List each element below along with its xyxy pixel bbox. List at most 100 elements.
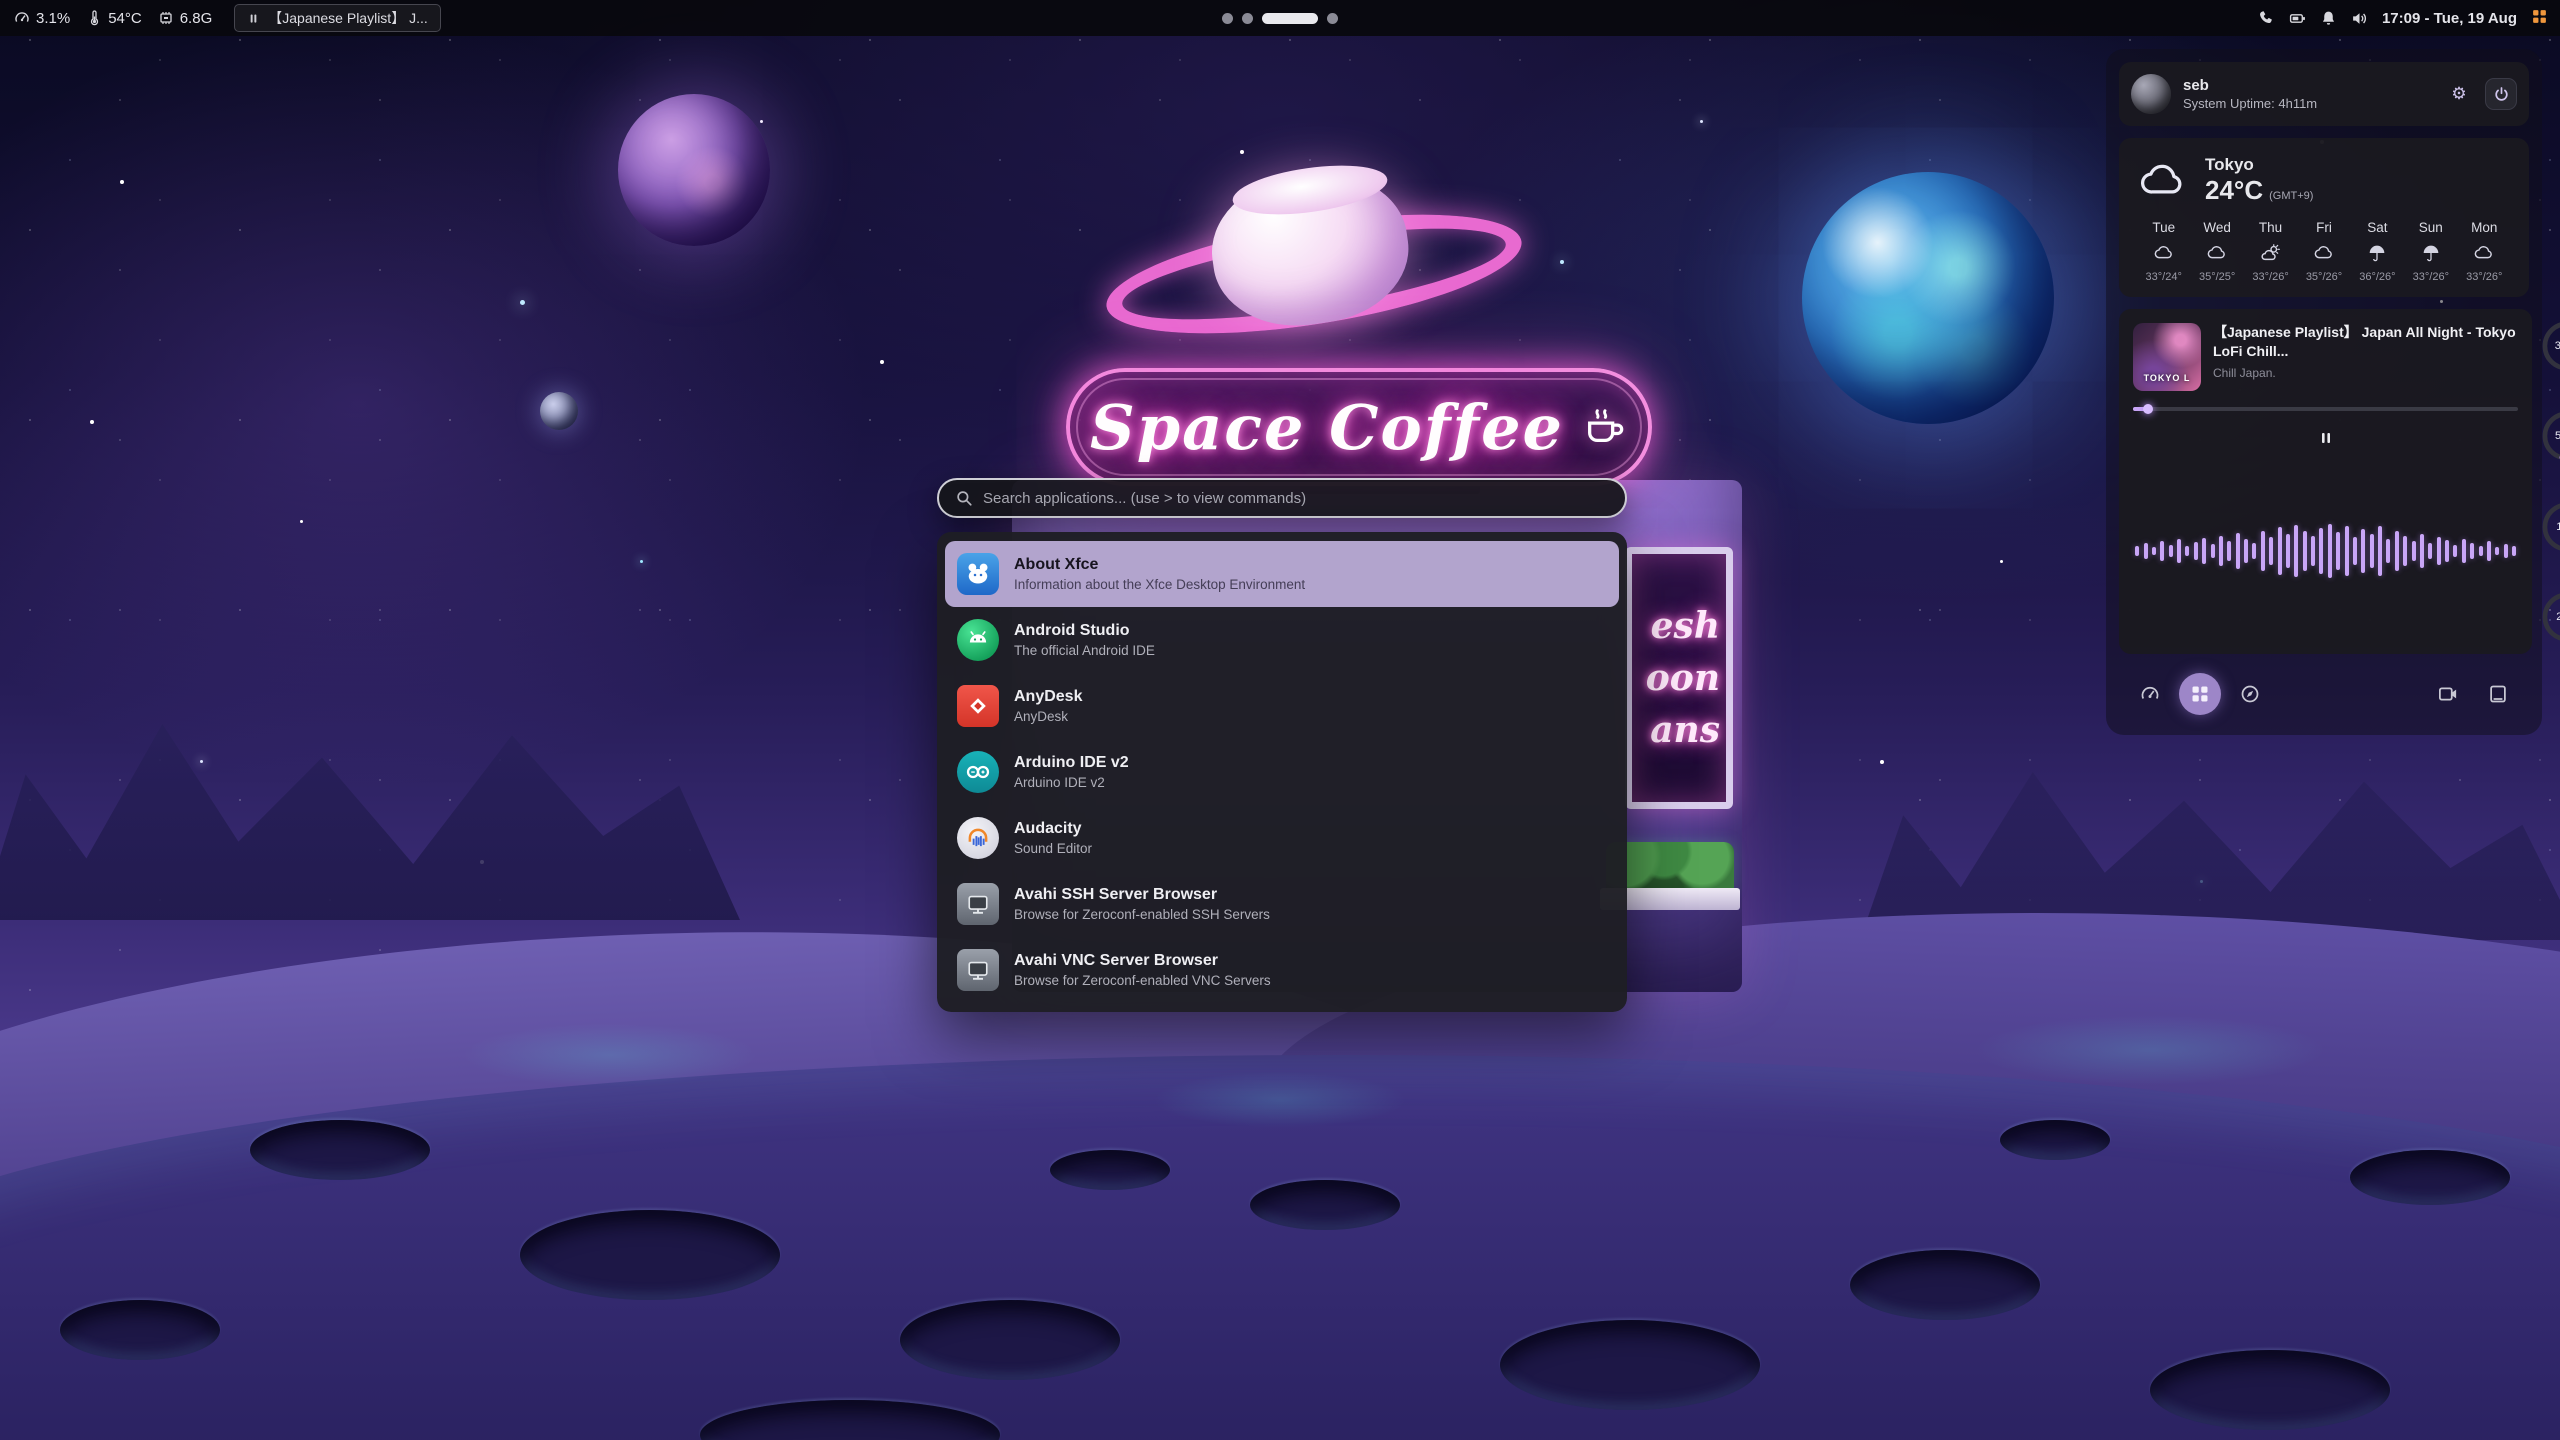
workspace-active-pill[interactable]	[1262, 13, 1318, 24]
cloud-icon	[2206, 242, 2228, 264]
battery-gauge[interactable]: 14% ⚙	[2542, 494, 2560, 560]
speedometer-icon	[2140, 684, 2160, 704]
pause-button[interactable]	[2309, 423, 2343, 453]
dashboard-tab-button[interactable]	[2129, 673, 2171, 715]
weather-temperature: 24°C	[2205, 175, 2263, 206]
app-row-android-studio[interactable]: Android Studio The official Android IDE	[945, 607, 1619, 673]
waveform	[2133, 457, 2518, 644]
clock[interactable]: 17:09 - Tue, 19 Aug	[2382, 10, 2517, 27]
thermometer-icon	[86, 10, 102, 26]
grid-icon	[2190, 684, 2210, 704]
search-input[interactable]	[983, 490, 1609, 507]
search-bar[interactable]	[937, 478, 1627, 518]
audacity-icon	[957, 817, 999, 859]
umbrella-icon	[2366, 242, 2388, 264]
app-row-about-xfce[interactable]: About Xfce Information about the Xfce De…	[945, 541, 1619, 607]
app-row-audacity[interactable]: Audacity Sound Editor	[945, 805, 1619, 871]
video-camera-icon	[2438, 684, 2458, 704]
sun-cloud-icon	[2260, 242, 2282, 264]
forecast-day: Wed 35°/25°	[2190, 220, 2243, 283]
app-title: About Xfce	[1014, 555, 1305, 575]
music-card: TOKYO L 【Japanese Playlist】 Japan All Ni…	[2119, 309, 2532, 654]
top-bar: 3.1% 54°C 6.8G 【Japanese Playlist】 J... …	[0, 0, 2560, 36]
ram-icon	[158, 10, 174, 26]
volume-icon[interactable]	[2351, 10, 2368, 27]
settings-button[interactable]: ⚙	[2443, 78, 2475, 110]
power-button[interactable]	[2485, 78, 2517, 110]
app-row-anydesk[interactable]: AnyDesk AnyDesk	[945, 673, 1619, 739]
bell-icon[interactable]	[2320, 10, 2337, 27]
arduino-icon	[957, 751, 999, 793]
music-title: 【Japanese Playlist】 Japan All Night - To…	[2213, 323, 2518, 361]
apps-tab-button[interactable]	[2179, 673, 2221, 715]
coffee-cup-icon	[1582, 404, 1628, 450]
server-browser-icon	[957, 883, 999, 925]
memory-gauge[interactable]: 24%	[2542, 584, 2560, 650]
forecast-day: Sun 33°/26°	[2404, 220, 2457, 283]
temperature-gauge[interactable]: 54°C	[2542, 403, 2560, 469]
cloud-icon	[2153, 242, 2175, 264]
gear-icon: ⚙	[2451, 84, 2466, 104]
system-uptime: System Uptime: 4h11m	[2183, 96, 2317, 111]
forecast-day: Thu 33°/26°	[2244, 220, 2297, 283]
music-progress[interactable]	[2133, 407, 2518, 411]
app-list: About Xfce Information about the Xfce De…	[937, 532, 1627, 1012]
music-progress-fill	[2133, 407, 2148, 411]
tablet-icon	[2488, 684, 2508, 704]
weather-card: Tokyo 24°C (GMT+9) Tue 33°/24° Wed 35°/2…	[2119, 138, 2529, 297]
app-row-arduino[interactable]: Arduino IDE v2 Arduino IDE v2	[945, 739, 1619, 805]
cpu-indicator[interactable]: 3.1%	[14, 10, 70, 27]
app-row-avahi-ssh[interactable]: Avahi SSH Server Browser Browse for Zero…	[945, 871, 1619, 937]
battery-icon[interactable]	[2289, 10, 2306, 27]
topbar-music-widget[interactable]: 【Japanese Playlist】 J...	[234, 4, 441, 32]
forecast-day: Mon 33°/26°	[2458, 220, 2511, 283]
app-desc: Information about the Xfce Desktop Envir…	[1014, 577, 1305, 594]
umbrella-icon	[2420, 242, 2442, 264]
search-icon	[955, 489, 973, 507]
weather-timezone: (GMT+9)	[2269, 190, 2313, 202]
avatar	[2131, 74, 2171, 114]
app-grid-button[interactable]	[2531, 8, 2548, 29]
pause-icon	[2318, 430, 2334, 446]
weather-city: Tokyo	[2205, 155, 2313, 175]
compass-tab-button[interactable]	[2229, 673, 2271, 715]
user-card: seb System Uptime: 4h11m ⚙	[2119, 62, 2529, 126]
power-icon	[2493, 86, 2510, 103]
music-subtitle: Chill Japan.	[2213, 366, 2518, 380]
neon-sign: Space Coffee	[1066, 368, 1652, 486]
album-art[interactable]: TOKYO L	[2133, 323, 2201, 391]
workspace-dot-4[interactable]	[1327, 13, 1338, 24]
shop-window-neon: esh oon ans	[1625, 547, 1733, 809]
anydesk-icon	[957, 685, 999, 727]
screen-record-button[interactable]	[2427, 673, 2469, 715]
dashboard-panel: seb System Uptime: 4h11m ⚙ Tokyo 24°C (G…	[2106, 49, 2542, 735]
server-browser-icon	[957, 949, 999, 991]
cloud-icon	[2313, 242, 2335, 264]
cpu-gauge[interactable]: 3.1%	[2542, 313, 2560, 379]
phone-icon[interactable]	[2258, 10, 2275, 27]
memory-indicator[interactable]: 6.8G	[158, 10, 213, 27]
user-name: seb	[2183, 77, 2317, 94]
weather-forecast: Tue 33°/24° Wed 35°/25° Thu 33°/26° Fri …	[2137, 220, 2511, 283]
system-gauges: 3.1% 54°C 14% ⚙	[2542, 309, 2560, 654]
workspace-dot-1[interactable]	[1222, 13, 1233, 24]
neon-sign-text: Space Coffee	[1090, 391, 1564, 464]
pause-icon	[247, 12, 260, 25]
forecast-day: Sat 36°/26°	[2351, 220, 2404, 283]
topbar-music-label: 【Japanese Playlist】 J...	[268, 8, 428, 28]
workspace-dot-2[interactable]	[1242, 13, 1253, 24]
speedometer-icon	[14, 10, 30, 26]
album-art-label: TOKYO L	[2144, 373, 2191, 383]
app-launcher: About Xfce Information about the Xfce De…	[937, 478, 1627, 1012]
app-row-avahi-vnc[interactable]: Avahi VNC Server Browser Browse for Zero…	[945, 937, 1619, 1003]
cpu-value: 3.1%	[36, 10, 70, 27]
compass-icon	[2240, 684, 2260, 704]
temperature-indicator[interactable]: 54°C	[86, 10, 142, 27]
xfce-icon	[957, 553, 999, 595]
forecast-day: Tue 33°/24°	[2137, 220, 2190, 283]
cloud-icon	[2473, 242, 2495, 264]
memory-value: 6.8G	[180, 10, 213, 27]
notes-button[interactable]	[2477, 673, 2519, 715]
grid-icon	[2531, 8, 2548, 25]
cloud-icon	[2137, 154, 2189, 206]
